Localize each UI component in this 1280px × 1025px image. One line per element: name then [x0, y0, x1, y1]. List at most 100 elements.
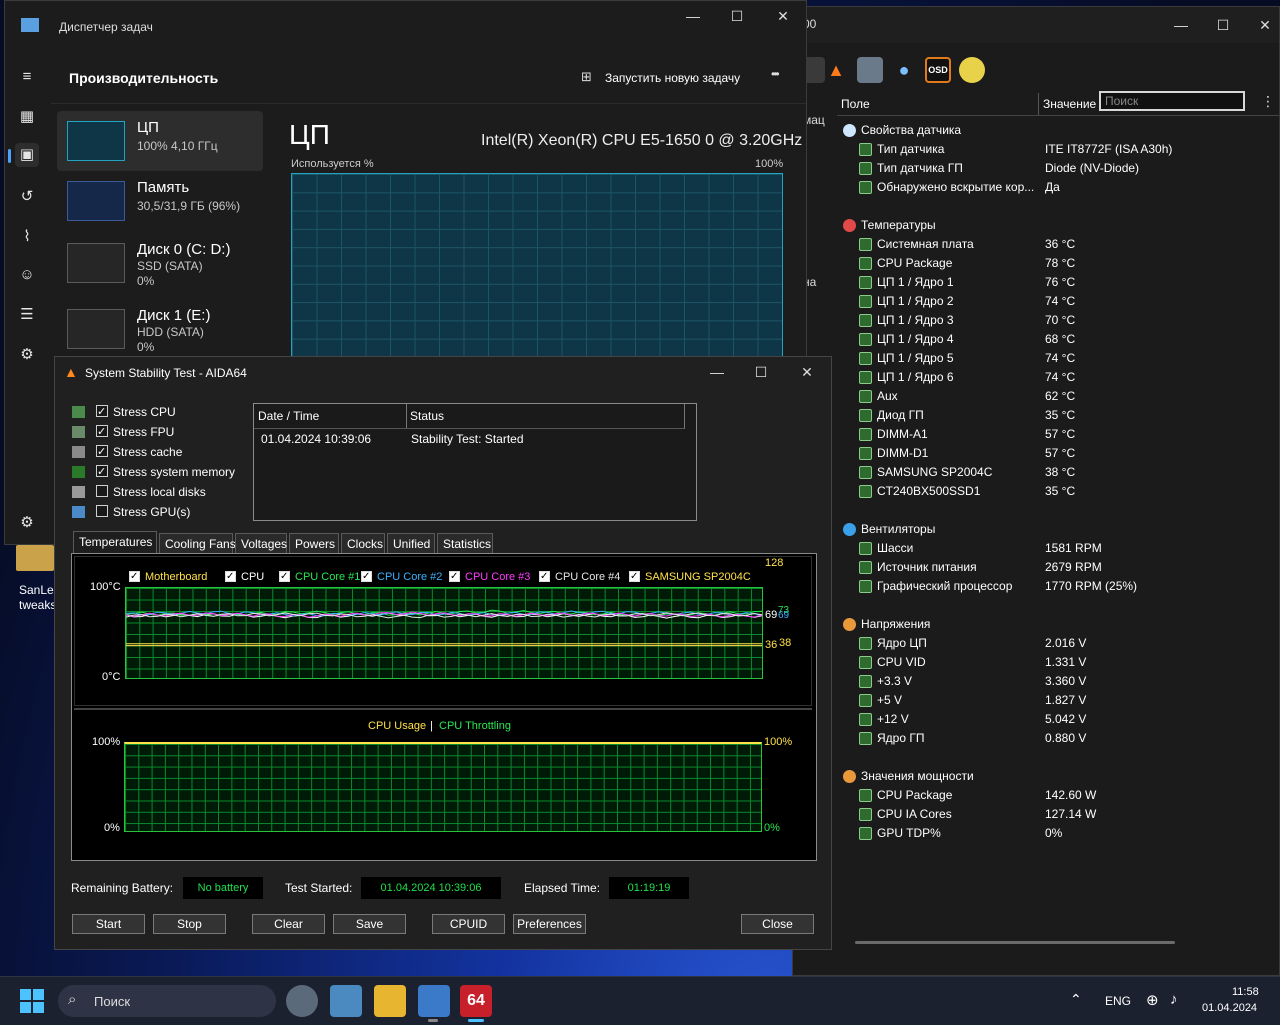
stress-option[interactable]: Stress system memory: [70, 463, 240, 481]
sensor-row[interactable]: Ядро ГП 0.880 V: [837, 729, 1279, 748]
control-panel-app-icon[interactable]: [330, 985, 362, 1017]
settings-gears-icon[interactable]: [857, 57, 883, 83]
user-icon[interactable]: ●: [891, 57, 917, 83]
sensor-row[interactable]: +5 V 1.827 V: [837, 691, 1279, 710]
clear-button[interactable]: Clear: [252, 914, 325, 934]
cpuid-button[interactable]: CPUID: [432, 914, 505, 934]
close-button[interactable]: ✕: [773, 6, 793, 26]
column-field[interactable]: Поле: [837, 93, 1039, 115]
run-new-task-button[interactable]: ⊞ Запустить новую задачу: [581, 69, 751, 89]
processes-icon[interactable]: ▦: [15, 105, 39, 129]
more-options-button[interactable]: •••: [771, 67, 779, 81]
test-log[interactable]: Date / Time Status 01.04.2024 10:39:06 S…: [253, 403, 697, 521]
legend-checkbox[interactable]: [449, 569, 460, 585]
sensor-row[interactable]: ЦП 1 / Ядро 3 70 °C: [837, 311, 1279, 330]
aida64-app-icon[interactable]: 64: [460, 985, 492, 1017]
sensor-group[interactable]: Свойства датчика: [837, 121, 1279, 140]
preferences-button[interactable]: Preferences: [513, 914, 586, 934]
stress-option[interactable]: Stress cache: [70, 443, 240, 461]
volume-icon[interactable]: ♪: [1170, 991, 1178, 1008]
network-icon[interactable]: ⊕: [1146, 991, 1159, 1009]
settings-icon[interactable]: ⚙: [15, 511, 39, 535]
sensor-row[interactable]: ЦП 1 / Ядро 6 74 °C: [837, 368, 1279, 387]
minimize-button[interactable]: —: [707, 362, 727, 382]
sensor-row[interactable]: Системная плата 36 °C: [837, 235, 1279, 254]
column-value[interactable]: Значение: [1039, 93, 1279, 115]
hamburger-menu-icon[interactable]: ≡: [15, 65, 39, 89]
settings-app-icon[interactable]: [286, 985, 318, 1017]
sensor-row[interactable]: DIMM-D1 57 °C: [837, 444, 1279, 463]
sensor-row[interactable]: +3.3 V 3.360 V: [837, 672, 1279, 691]
legend-checkbox[interactable]: [129, 569, 140, 585]
startup-apps-icon[interactable]: ⌇: [15, 225, 39, 249]
stress-option[interactable]: Stress FPU: [70, 423, 240, 441]
start-icon[interactable]: [20, 989, 44, 1013]
sensor-group[interactable]: Значения мощности: [837, 767, 1279, 786]
sensor-row[interactable]: ЦП 1 / Ядро 1 76 °C: [837, 273, 1279, 292]
stress-checkbox[interactable]: [96, 443, 108, 461]
sensor-row[interactable]: Диод ГП 35 °C: [837, 406, 1279, 425]
sensor-row[interactable]: CPU Package 142.60 W: [837, 786, 1279, 805]
start-button[interactable]: Start: [72, 914, 145, 934]
details-icon[interactable]: ☰: [15, 303, 39, 327]
gauge-icon[interactable]: [959, 57, 985, 83]
maximize-button[interactable]: ☐: [751, 362, 771, 382]
log-col-date[interactable]: Date / Time: [254, 404, 407, 429]
tab-clocks[interactable]: Clocks: [341, 533, 385, 554]
task-manager-app-icon[interactable]: [418, 985, 450, 1017]
tab-unified[interactable]: Unified: [387, 533, 435, 554]
sensor-row[interactable]: DIMM-A1 57 °C: [837, 425, 1279, 444]
stress-checkbox[interactable]: [96, 505, 108, 517]
sensor-row[interactable]: Тип датчика ITE IT8772F (ISA A30h): [837, 140, 1279, 159]
sensor-group[interactable]: Температуры: [837, 216, 1279, 235]
sensor-row[interactable]: CT240BX500SSD1 35 °C: [837, 482, 1279, 501]
sensor-group[interactable]: Напряжения: [837, 615, 1279, 634]
sensor-row[interactable]: Тип датчика ГП Diode (NV-Diode): [837, 159, 1279, 178]
clock-date[interactable]: 01.04.2024: [1202, 1002, 1257, 1014]
stress-checkbox[interactable]: [96, 485, 108, 497]
close-dialog-button[interactable]: Close: [741, 914, 814, 934]
log-col-status[interactable]: Status: [406, 404, 685, 429]
resource-item-disk1[interactable]: Диск 1 (E:) HDD (SATA) 0%: [57, 299, 263, 359]
sensor-titlebar[interactable]: 00 — ☐ ✕: [793, 7, 1279, 43]
stress-checkbox[interactable]: [96, 423, 108, 441]
minimize-button[interactable]: —: [1171, 15, 1191, 35]
sensor-row[interactable]: Aux 62 °C: [837, 387, 1279, 406]
taskbar-search[interactable]: ⌕ Поиск: [58, 985, 276, 1017]
stop-button[interactable]: Stop: [153, 914, 226, 934]
resource-item-cpu[interactable]: ЦП 100% 4,10 ГГц: [57, 111, 263, 171]
users-icon[interactable]: ☺: [15, 263, 39, 287]
legend-checkbox[interactable]: [361, 569, 372, 585]
stress-option[interactable]: Stress GPU(s): [70, 503, 240, 521]
resource-item-memory[interactable]: Память 30,5/31,9 ГБ (96%): [57, 171, 263, 231]
sensor-row[interactable]: ЦП 1 / Ядро 2 74 °C: [837, 292, 1279, 311]
resource-item-disk0[interactable]: Диск 0 (C: D:) SSD (SATA) 0%: [57, 233, 263, 293]
tab-temperatures[interactable]: Temperatures: [73, 531, 157, 554]
sensor-row[interactable]: CPU VID 1.331 V: [837, 653, 1279, 672]
legend-checkbox[interactable]: [539, 569, 550, 585]
sensor-row[interactable]: ЦП 1 / Ядро 5 74 °C: [837, 349, 1279, 368]
tab-voltages[interactable]: Voltages: [235, 533, 287, 554]
chevron-up-icon[interactable]: ⌃: [1070, 991, 1082, 1008]
stress-checkbox[interactable]: [96, 403, 108, 421]
services-icon[interactable]: ⚙: [15, 343, 39, 367]
flame-icon[interactable]: ▲: [823, 57, 849, 83]
sensor-row[interactable]: Ядро ЦП 2.016 V: [837, 634, 1279, 653]
legend-checkbox[interactable]: [279, 569, 290, 585]
app-history-icon[interactable]: ↺: [15, 185, 39, 209]
stress-checkbox[interactable]: [96, 463, 108, 481]
stress-option[interactable]: Stress CPU: [70, 403, 240, 421]
log-row[interactable]: 01.04.2024 10:39:06 Stability Test: Star…: [254, 430, 684, 448]
sensor-row[interactable]: ЦП 1 / Ядро 4 68 °C: [837, 330, 1279, 349]
clock-time[interactable]: 11:58: [1232, 986, 1259, 998]
sensor-row[interactable]: Шасси 1581 RPM: [837, 539, 1279, 558]
sensor-row[interactable]: CPU IA Cores 127.14 W: [837, 805, 1279, 824]
sensor-group[interactable]: Вентиляторы: [837, 520, 1279, 539]
desktop-shortcut-label[interactable]: SanLex tweaks: [19, 583, 60, 613]
stress-option[interactable]: Stress local disks: [70, 483, 240, 501]
sensor-row[interactable]: SAMSUNG SP2004C 38 °C: [837, 463, 1279, 482]
sensor-row[interactable]: Обнаружено вскрытие кор... Да: [837, 178, 1279, 197]
legend-checkbox[interactable]: [225, 569, 236, 585]
sensor-row[interactable]: Графический процессор 1770 RPM (25%): [837, 577, 1279, 596]
language-indicator[interactable]: ENG: [1105, 994, 1131, 1008]
